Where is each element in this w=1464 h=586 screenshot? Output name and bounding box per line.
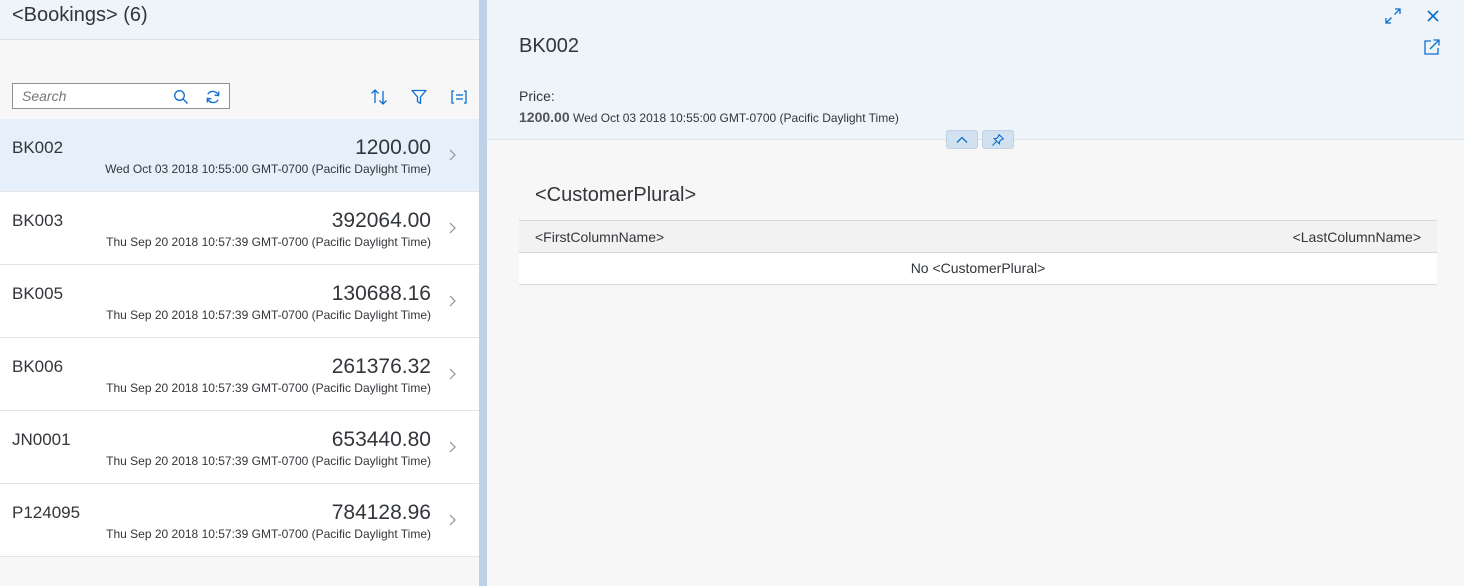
list-item[interactable]: BK002 1200.00 Wed Oct 03 2018 10:55:00 G… (0, 119, 479, 192)
price-date: Wed Oct 03 2018 10:55:00 GMT-0700 (Pacif… (572, 111, 899, 125)
detail-pane: BK002 Price: 1200.00 Wed Oct 03 2018 10:… (487, 0, 1464, 586)
filter-icon[interactable] (408, 86, 430, 108)
app: <Bookings> (6) Search BK002 1200.00 Wed … (0, 0, 1464, 586)
list-title: <Bookings> (6) (12, 4, 148, 26)
item-date: Thu Sep 20 2018 10:57:39 GMT-0700 (Pacif… (106, 308, 431, 322)
item-amount: 261376.32 (331, 355, 431, 378)
master-header: <Bookings> (6) (0, 0, 479, 40)
pane-splitter[interactable] (479, 0, 487, 586)
object-header: BK002 Price: 1200.00 Wed Oct 03 2018 10:… (487, 0, 1464, 140)
item-date: Thu Sep 20 2018 10:57:39 GMT-0700 (Pacif… (106, 381, 431, 395)
column-header-last: <LastColumnName> (1292, 229, 1421, 245)
item-id: BK006 (12, 357, 64, 376)
search-field[interactable] (12, 83, 230, 109)
customers-table: <FirstColumnName> <LastColumnName> No <C… (519, 220, 1437, 285)
pin-icon (992, 133, 1005, 146)
section-title: <CustomerPlural> (535, 184, 697, 206)
master-pane: <Bookings> (6) Search BK002 1200.00 Wed … (0, 0, 479, 586)
list-item[interactable]: BK006 261376.32 Thu Sep 20 2018 10:57:39… (0, 338, 479, 411)
item-id: P124095 (12, 503, 81, 522)
item-date: Thu Sep 20 2018 10:57:39 GMT-0700 (Pacif… (106, 235, 431, 249)
collapse-header-button[interactable] (946, 130, 978, 149)
item-id: BK005 (12, 284, 64, 303)
item-amount: 392064.00 (331, 209, 431, 232)
item-id: BK003 (12, 211, 64, 230)
collapse-header-icon (956, 136, 968, 143)
fullscreen-icon[interactable] (1382, 5, 1404, 27)
bookings-list: BK002 1200.00 Wed Oct 03 2018 10:55:00 G… (0, 119, 479, 557)
chevron-right-icon (449, 441, 456, 453)
chevron-right-icon (449, 368, 456, 380)
chevron-right-icon (449, 295, 456, 307)
sort-icon[interactable] (368, 86, 390, 108)
item-amount: 130688.16 (331, 282, 431, 305)
item-amount: 653440.80 (331, 428, 431, 451)
table-header: <FirstColumnName> <LastColumnName> (519, 220, 1437, 253)
item-id: JN0001 (12, 430, 71, 449)
list-item[interactable]: BK005 130688.16 Thu Sep 20 2018 10:57:39… (0, 265, 479, 338)
group-icon[interactable] (448, 86, 470, 108)
object-title: BK002 (519, 35, 580, 57)
list-item[interactable]: BK003 392064.00 Thu Sep 20 2018 10:57:39… (0, 192, 479, 265)
chevron-right-icon (449, 514, 456, 526)
item-date: Wed Oct 03 2018 10:55:00 GMT-0700 (Pacif… (105, 162, 431, 176)
price-label: Price: (519, 88, 555, 104)
pin-header-button[interactable] (982, 130, 1014, 149)
no-data-row: No <CustomerPlural> (519, 253, 1437, 285)
list-item[interactable]: JN0001 653440.80 Thu Sep 20 2018 10:57:3… (0, 411, 479, 484)
item-amount: 1200.00 (355, 136, 431, 159)
item-id: BK002 (12, 138, 64, 157)
close-icon[interactable] (1422, 5, 1444, 27)
item-date: Thu Sep 20 2018 10:57:39 GMT-0700 (Pacif… (106, 454, 431, 468)
price-attribute: 1200.00 Wed Oct 03 2018 10:55:00 GMT-070… (519, 109, 899, 125)
price-value: 1200.00 (519, 109, 570, 125)
search-icon[interactable] (171, 87, 191, 107)
item-date: Thu Sep 20 2018 10:57:39 GMT-0700 (Pacif… (106, 527, 431, 541)
list-toolbar (12, 82, 467, 110)
share-icon[interactable] (1421, 36, 1443, 58)
chevron-right-icon (449, 222, 456, 234)
column-header-first: <FirstColumnName> (535, 229, 665, 245)
list-item[interactable]: P124095 784128.96 Thu Sep 20 2018 10:57:… (0, 484, 479, 557)
chevron-right-icon (449, 149, 456, 161)
refresh-icon[interactable] (203, 87, 223, 107)
search-input[interactable] (13, 84, 163, 108)
item-amount: 784128.96 (331, 501, 431, 524)
